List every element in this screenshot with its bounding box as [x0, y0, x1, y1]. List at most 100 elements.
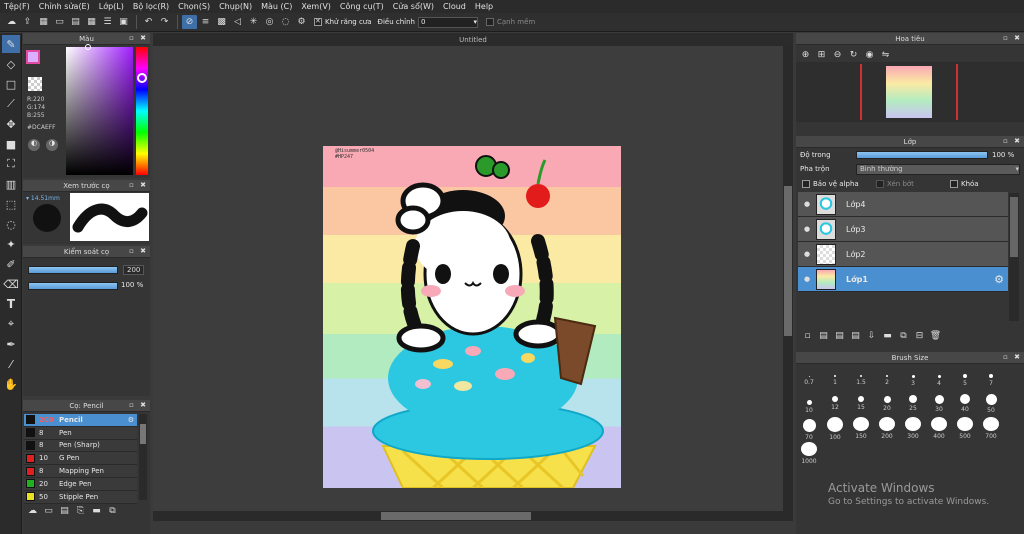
canvas-horizontal-scrollbar[interactable]	[153, 511, 783, 521]
brush-size-preset[interactable]: 70	[796, 416, 822, 441]
menu-item[interactable]: Chụp(N)	[219, 2, 252, 11]
brush-size-preset[interactable]: 700	[978, 416, 1004, 440]
zoom-in-icon[interactable]: ⊕	[798, 48, 813, 62]
color-picker-cursor[interactable]	[85, 44, 91, 50]
brush-size-preset[interactable]: 12	[822, 390, 848, 415]
lock-checkbox[interactable]	[950, 180, 958, 188]
hand-tool-icon[interactable]: ✋	[2, 375, 20, 393]
select-eraser-tool-icon[interactable]: ⌫	[2, 275, 20, 293]
brush-size-preset[interactable]: 400	[926, 416, 952, 440]
rotate-reset-icon[interactable]: ◉	[862, 48, 877, 62]
visibility-icon[interactable]: ●	[798, 275, 816, 283]
lock-toggle[interactable]: Khóa	[950, 180, 979, 188]
new-8bit-layer-icon[interactable]: ▤	[832, 329, 847, 343]
export-icon[interactable]: ⇪	[20, 15, 35, 29]
scrollbar-thumb[interactable]	[1010, 197, 1018, 257]
delete-layer-icon[interactable]: 🗑	[928, 329, 943, 343]
visibility-icon[interactable]: ●	[798, 250, 816, 258]
gear-icon[interactable]: ⚙	[128, 416, 134, 424]
antialias-checkbox[interactable]	[314, 17, 322, 26]
soft-edge-toggle[interactable]: Cạnh mềm	[486, 18, 535, 26]
eraser-tool-icon[interactable]: ◇	[2, 55, 20, 73]
brush-size-preset[interactable]: 200	[874, 416, 900, 440]
adjust-dropdown[interactable]: 0 ▾	[418, 16, 478, 28]
brush-list-item[interactable]: 8 Pen (Sharp)	[24, 439, 137, 453]
line-tool-icon[interactable]: ⟋	[2, 95, 20, 113]
lasso-tool-icon[interactable]: ◌	[2, 215, 20, 233]
brush-list-item[interactable]: 10 G Pen	[24, 452, 137, 466]
magic-wand-tool-icon[interactable]: ✦	[2, 235, 20, 253]
brush-list-scrollbar[interactable]	[139, 414, 147, 500]
document-tab[interactable]: Untitled	[153, 33, 793, 46]
brush-opacity-slider[interactable]	[28, 282, 118, 290]
layer-row[interactable]: ● Lớp3	[798, 217, 1008, 242]
palette-settings-icon[interactable]: ◑	[46, 139, 58, 151]
divide-tool-icon[interactable]: ⌖	[2, 315, 20, 333]
zoom-fit-icon[interactable]: ⊞	[814, 48, 829, 62]
rect-select-tool-icon[interactable]: □	[2, 75, 20, 93]
visibility-icon[interactable]: ●	[798, 200, 816, 208]
brush-size-value[interactable]: 200	[123, 265, 145, 275]
protect-alpha-toggle[interactable]: Bảo vệ alpha	[802, 180, 876, 188]
eyedropper-tool-icon[interactable]: ⁄	[2, 355, 20, 373]
select-tool-icon[interactable]: ⬚	[2, 195, 20, 213]
new-1bit-layer-icon[interactable]: ▤	[848, 329, 863, 343]
scrollbar-thumb[interactable]	[784, 186, 792, 336]
clipping-checkbox[interactable]	[876, 180, 884, 188]
duplicate-layer-icon[interactable]: ⧉	[896, 329, 911, 343]
menu-item[interactable]: Chỉnh sửa(E)	[39, 2, 90, 11]
new-folder-icon[interactable]: ▬	[880, 329, 895, 343]
panel-window-icon[interactable]: ▫ ✖	[129, 34, 148, 42]
panel-window-icon[interactable]: ▫ ✖	[1003, 137, 1022, 145]
brush-size-preset[interactable]: 4	[926, 364, 952, 390]
soft-edge-checkbox[interactable]	[486, 18, 494, 26]
brush-size-preset[interactable]: 30	[926, 390, 952, 415]
new-layer-icon[interactable]: ▫	[800, 329, 815, 343]
new-halftone-layer-icon[interactable]: ▤	[816, 329, 831, 343]
grid-icon[interactable]: ▦	[36, 15, 51, 29]
list-icon[interactable]: ☰	[100, 15, 115, 29]
undo-icon[interactable]: ↶	[141, 15, 156, 29]
menu-item[interactable]: Màu (C)	[261, 2, 292, 11]
brush-size-preset[interactable]: 40	[952, 390, 978, 415]
brush-size-preset[interactable]: 100	[822, 416, 848, 441]
brush-size-preset[interactable]: 25	[900, 390, 926, 415]
snap-curve-icon[interactable]: ◌	[278, 15, 293, 29]
layer-row[interactable]: ● Lớp2	[798, 242, 1008, 267]
brush-size-preset[interactable]: 50	[978, 390, 1004, 415]
brush-size-preset[interactable]: 150	[848, 416, 874, 440]
layer-row[interactable]: ● Lớp4	[798, 192, 1008, 217]
zoom-out-icon[interactable]: ⊖	[830, 48, 845, 62]
antialias-toggle[interactable]: Khử răng cưa	[314, 17, 372, 26]
bucket-tool-icon[interactable]: ⛶	[2, 155, 20, 173]
foreground-color-swatch[interactable]	[26, 50, 40, 64]
brush-size-preset[interactable]: 20	[874, 390, 900, 415]
table-icon[interactable]: ▦	[84, 15, 99, 29]
select-pen-tool-icon[interactable]: ✐	[2, 255, 20, 273]
snap-circle-icon[interactable]: ◎	[262, 15, 277, 29]
drawing-canvas[interactable]: @Hisummer0504 #HP247	[323, 146, 621, 488]
text-tool-icon[interactable]: T	[2, 295, 20, 313]
snap-off-icon[interactable]: ⊘	[182, 15, 197, 29]
snap-grid-icon[interactable]: ▩	[214, 15, 229, 29]
frame-icon[interactable]: ▣	[116, 15, 131, 29]
brush-size-preset[interactable]: 15	[848, 390, 874, 415]
fill-rect-tool-icon[interactable]: ■	[2, 135, 20, 153]
brush-add-icon[interactable]: ▤	[57, 504, 72, 518]
brush-import-icon[interactable]: ▬	[89, 504, 104, 518]
layer-list-scrollbar[interactable]	[1009, 193, 1019, 321]
snap-perspective-icon[interactable]: ◁	[230, 15, 245, 29]
menu-item[interactable]: Bộ lọc(R)	[133, 2, 169, 11]
menu-item[interactable]: Tệp(F)	[4, 2, 30, 11]
page-icon[interactable]: ▤	[68, 15, 83, 29]
transparent-swatch[interactable]	[28, 77, 42, 91]
cloud-icon[interactable]: ☁	[4, 15, 19, 29]
menu-item[interactable]: Help	[475, 2, 493, 11]
scrollbar-thumb[interactable]	[140, 424, 146, 444]
panel-window-icon[interactable]: ▫ ✖	[129, 401, 148, 409]
brush-size-preset[interactable]: 5	[952, 364, 978, 390]
palette-icon[interactable]: ◐	[28, 139, 40, 151]
snap-settings-icon[interactable]: ⚙	[294, 15, 309, 29]
brush-size-preset[interactable]: 2	[874, 364, 900, 390]
brush-copy-icon[interactable]: ⎘	[73, 504, 88, 518]
